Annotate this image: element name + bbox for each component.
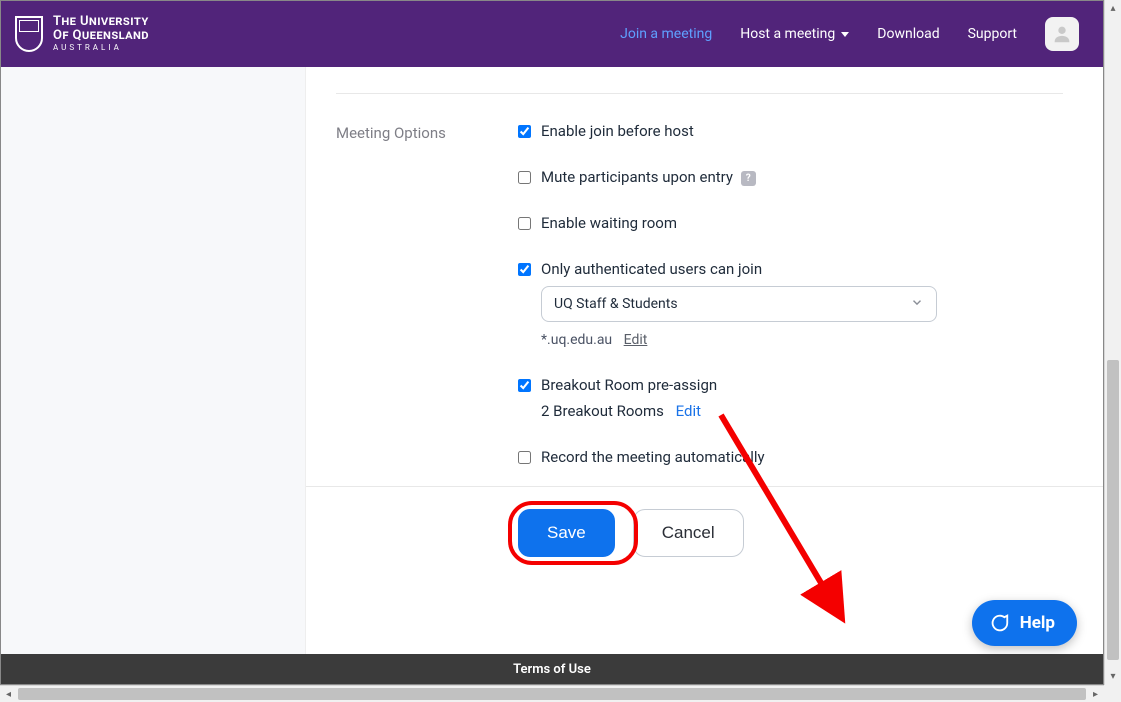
horizontal-scrollbar[interactable]: ◂ ▸ (0, 685, 1104, 702)
auth-domain-line: *.uq.edu.au Edit (541, 332, 1063, 348)
info-icon[interactable]: ? (741, 171, 756, 186)
main-panel: Meeting Options Enable join before host … (306, 67, 1103, 654)
checkbox-waiting-room[interactable] (518, 217, 531, 230)
help-button[interactable]: Help (972, 600, 1077, 646)
opt-waiting-room: Enable waiting room (518, 214, 1063, 232)
meeting-options-row: Meeting Options Enable join before host … (336, 122, 1063, 478)
label-join-before-host: Enable join before host (541, 122, 694, 140)
label-breakout: Breakout Room pre-assign (541, 376, 717, 394)
button-row-divider (306, 486, 1103, 487)
app-viewport: The University Of Queensland AUSTRALIA J… (0, 0, 1104, 685)
header-nav: Join a meeting Host a meeting Download S… (620, 17, 1079, 51)
meeting-options-list: Enable join before host Mute participant… (518, 122, 1063, 478)
scrollbar-corner (1104, 685, 1121, 702)
opt-breakout: Breakout Room pre-assign (518, 376, 1063, 394)
label-mute-text: Mute participants upon entry (541, 168, 733, 186)
nav-download[interactable]: Download (877, 26, 939, 42)
label-waiting-room: Enable waiting room (541, 214, 677, 232)
uni-line3: AUSTRALIA (53, 44, 149, 52)
chevron-down-icon (910, 295, 924, 313)
auth-domain-edit[interactable]: Edit (624, 332, 648, 348)
vertical-scroll-thumb[interactable] (1107, 360, 1119, 660)
opt-auth-only: Only authenticated users can join (518, 260, 1063, 278)
page-body: Meeting Options Enable join before host … (1, 67, 1103, 654)
checkbox-auth-only[interactable] (518, 263, 531, 276)
avatar[interactable] (1045, 17, 1079, 51)
button-row: Save Cancel (336, 509, 1063, 557)
checkbox-breakout[interactable] (518, 379, 531, 392)
nav-support[interactable]: Support (968, 26, 1017, 42)
uni-name: The University Of Queensland AUSTRALIA (53, 15, 149, 53)
scroll-left-arrow[interactable]: ◂ (0, 686, 17, 702)
cancel-button[interactable]: Cancel (633, 509, 744, 557)
nav-host-label: Host a meeting (740, 26, 835, 42)
chevron-down-icon (841, 32, 849, 37)
footer-terms[interactable]: Terms of Use (513, 662, 591, 677)
label-auth-only: Only authenticated users can join (541, 260, 762, 278)
breakout-count: 2 Breakout Rooms (541, 402, 664, 420)
breakout-edit[interactable]: Edit (676, 402, 701, 420)
nav-host-meeting[interactable]: Host a meeting (740, 26, 849, 42)
save-button[interactable]: Save (518, 509, 615, 557)
auth-domain: *.uq.edu.au (541, 332, 612, 348)
uni-line1: The University (53, 15, 149, 29)
global-header: The University Of Queensland AUSTRALIA J… (1, 1, 1103, 67)
uni-line2: Of Queensland (53, 29, 149, 43)
opt-join-before-host: Enable join before host (518, 122, 1063, 140)
opt-record-auto: Record the meeting automatically (518, 448, 1063, 466)
scroll-down-arrow[interactable]: ▾ (1105, 668, 1121, 685)
checkbox-mute-on-entry[interactable] (518, 171, 531, 184)
sidebar (1, 67, 306, 654)
checkbox-record-auto[interactable] (518, 451, 531, 464)
uq-logo[interactable]: The University Of Queensland AUSTRALIA (15, 15, 149, 53)
nav-join-meeting[interactable]: Join a meeting (620, 26, 712, 42)
auth-subgroup: UQ Staff & Students *.uq.edu.au Edit (541, 286, 1063, 348)
section-divider (336, 93, 1063, 94)
opt-mute-on-entry: Mute participants upon entry ? (518, 168, 1063, 186)
meeting-options-label: Meeting Options (336, 122, 518, 478)
auth-select-value: UQ Staff & Students (554, 296, 678, 312)
breakout-summary: 2 Breakout Rooms Edit (541, 402, 1063, 420)
label-record-auto: Record the meeting automatically (541, 448, 765, 466)
user-icon (1051, 23, 1073, 45)
crest-icon (15, 16, 43, 52)
vertical-scrollbar[interactable]: ▴ ▾ (1104, 0, 1121, 685)
checkbox-join-before-host[interactable] (518, 125, 531, 138)
horizontal-scroll-thumb[interactable] (18, 688, 1086, 700)
scroll-up-arrow[interactable]: ▴ (1105, 0, 1121, 17)
global-footer: Terms of Use (1, 654, 1103, 684)
help-label: Help (1020, 613, 1055, 633)
auth-select[interactable]: UQ Staff & Students (541, 286, 937, 322)
label-mute-on-entry: Mute participants upon entry ? (541, 168, 756, 186)
scroll-right-arrow[interactable]: ▸ (1087, 686, 1104, 702)
chat-icon (988, 612, 1010, 634)
